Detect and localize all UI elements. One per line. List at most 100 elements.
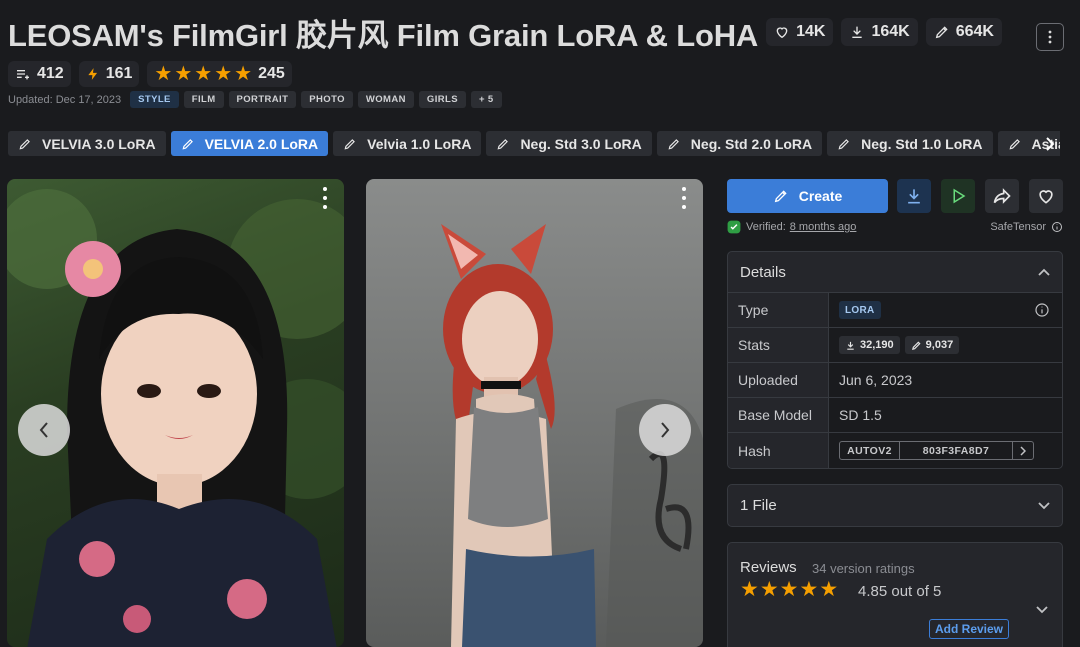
brush-icon bbox=[838, 138, 850, 149]
detail-label: Base Model bbox=[728, 398, 829, 432]
chevron-down-icon[interactable] bbox=[1036, 606, 1048, 614]
collections-count: 412 bbox=[37, 65, 64, 82]
star-icon: ★ bbox=[214, 63, 233, 85]
version-tab-velvia-3[interactable]: VELVIA 3.0 LoRA bbox=[8, 131, 166, 156]
star-icon: ★ bbox=[174, 63, 193, 85]
star-icon: ★ bbox=[194, 63, 213, 85]
stat-generations-count: 9,037 bbox=[925, 339, 954, 351]
detail-row-type: Type LORA bbox=[728, 293, 1062, 328]
tag-woman[interactable]: WOMAN bbox=[357, 91, 414, 108]
star-icon: ★ bbox=[154, 63, 173, 85]
tag-photo[interactable]: PHOTO bbox=[301, 91, 353, 108]
generations-count: 664K bbox=[955, 23, 994, 40]
tag-girls[interactable]: GIRLS bbox=[418, 91, 466, 108]
brush-icon bbox=[344, 138, 356, 149]
brush-icon bbox=[19, 138, 30, 149]
downloads-chip[interactable]: 164K bbox=[841, 18, 918, 46]
header: LEOSAM's FilmGirl 胶片风 Film Grain LoRA & … bbox=[8, 12, 1072, 53]
stat-downloads-count: 32,190 bbox=[860, 339, 894, 351]
hash-selector[interactable]: AUTOV2 803F3FA8D7 bbox=[839, 441, 1034, 460]
version-label: Neg. Std 1.0 LoRA bbox=[861, 135, 983, 152]
detail-row-base-model: Base Model SD 1.5 bbox=[728, 398, 1062, 433]
star-icon: ★ bbox=[799, 578, 819, 601]
star-icon: ★ bbox=[234, 63, 253, 85]
tag-style[interactable]: STYLE bbox=[130, 91, 179, 108]
vertical-dots-icon bbox=[1048, 30, 1052, 44]
star-icon: ★ bbox=[819, 578, 839, 601]
card-menu-icon[interactable] bbox=[679, 187, 689, 209]
gallery-image-1[interactable] bbox=[7, 179, 344, 647]
heart-icon bbox=[1039, 190, 1053, 204]
versions-next-button[interactable] bbox=[1040, 131, 1060, 156]
chevron-right-icon bbox=[1046, 136, 1055, 151]
buzz-chip[interactable]: 161 bbox=[78, 61, 140, 87]
rating-chip[interactable]: ★ ★ ★ ★ ★ 245 bbox=[147, 61, 292, 87]
reviews-panel: Reviews 34 version ratings ★ ★ ★ ★ ★ 4.85 ou… bbox=[727, 542, 1063, 647]
version-tab-neg-std-2[interactable]: Neg. Std 2.0 LoRA bbox=[656, 131, 823, 156]
tags-row: Updated: Dec 17, 2023 STYLE FILM PORTRAI… bbox=[8, 91, 502, 108]
share-icon bbox=[993, 188, 1011, 204]
tag-portrait[interactable]: PORTRAIT bbox=[228, 91, 297, 108]
chevron-up-icon bbox=[1038, 268, 1050, 276]
details-header[interactable]: Details bbox=[728, 252, 1062, 293]
add-review-button[interactable]: Add Review bbox=[929, 619, 1010, 639]
carousel-next-button[interactable] bbox=[639, 404, 691, 456]
card-menu-icon[interactable] bbox=[320, 187, 330, 209]
hash-value[interactable]: 803F3FA8D7 bbox=[900, 442, 1013, 459]
brush-icon bbox=[911, 340, 921, 350]
reviews-stars: ★ ★ ★ ★ ★ bbox=[740, 578, 839, 601]
create-label: Create bbox=[798, 188, 843, 204]
stat-generations: 9,037 bbox=[904, 336, 960, 354]
download-button[interactable] bbox=[897, 179, 931, 213]
detail-value: SD 1.5 bbox=[829, 398, 1062, 432]
more-options-button[interactable] bbox=[1036, 23, 1064, 51]
download-icon bbox=[852, 26, 863, 38]
meta-row: 412 161 ★ ★ ★ ★ ★ 245 bbox=[8, 61, 292, 87]
version-tab-velvia-1[interactable]: Velvia 1.0 LoRA bbox=[333, 131, 482, 156]
buzz-count: 161 bbox=[105, 65, 133, 82]
verified-date-link[interactable]: 8 months ago bbox=[790, 221, 857, 233]
downloads-count: 164K bbox=[871, 23, 910, 40]
run-button[interactable] bbox=[941, 179, 975, 213]
details-heading: Details bbox=[740, 263, 786, 281]
download-icon bbox=[908, 189, 920, 204]
version-tab-neg-std-3[interactable]: Neg. Std 3.0 LoRA bbox=[486, 131, 652, 156]
star-icon: ★ bbox=[740, 578, 759, 601]
playlist-add-icon bbox=[17, 70, 29, 80]
brush-icon bbox=[182, 138, 193, 149]
create-button[interactable]: Create bbox=[727, 179, 888, 213]
gallery-image-2[interactable] bbox=[366, 179, 703, 647]
tag-film[interactable]: FILM bbox=[183, 91, 224, 108]
version-label: VELVIA 2.0 LoRA bbox=[204, 135, 319, 152]
detail-row-hash: Hash AUTOV2 803F3FA8D7 bbox=[728, 433, 1062, 468]
detail-value: Jun 6, 2023 bbox=[829, 363, 1062, 397]
files-panel[interactable]: 1 File bbox=[727, 484, 1063, 527]
detail-value: 32,190 9,037 bbox=[829, 328, 1062, 362]
version-tab-velvia-2[interactable]: VELVIA 2.0 LoRA bbox=[170, 131, 329, 156]
collections-chip[interactable]: 412 bbox=[8, 61, 71, 87]
likes-chip[interactable]: 14K bbox=[766, 18, 834, 46]
share-button[interactable] bbox=[985, 179, 1019, 213]
favorite-button[interactable] bbox=[1029, 179, 1063, 213]
brush-icon bbox=[497, 138, 509, 149]
brush-icon bbox=[774, 190, 787, 203]
hash-next-button[interactable] bbox=[1013, 442, 1033, 459]
rating-stars: ★ ★ ★ ★ ★ bbox=[154, 64, 252, 84]
info-icon[interactable] bbox=[1034, 302, 1050, 318]
reviews-score: 4.85 out of 5 bbox=[858, 583, 942, 600]
shield-check-icon bbox=[727, 220, 741, 234]
tag-more[interactable]: + 5 bbox=[470, 91, 502, 108]
brush-icon bbox=[935, 26, 948, 39]
generations-chip[interactable]: 664K bbox=[925, 18, 1002, 46]
download-icon bbox=[847, 341, 854, 350]
stat-downloads: 32,190 bbox=[839, 336, 900, 354]
carousel-prev-button[interactable] bbox=[18, 404, 70, 456]
detail-value: LORA bbox=[829, 293, 1062, 327]
chevron-right-icon bbox=[1020, 445, 1026, 456]
detail-row-stats: Stats 32,190 9,037 bbox=[728, 328, 1062, 363]
version-tab-neg-std-1[interactable]: Neg. Std 1.0 LoRA bbox=[827, 131, 993, 156]
verification-row: Verified: 8 months ago SafeTensor bbox=[727, 219, 1063, 235]
info-icon[interactable] bbox=[1051, 221, 1063, 233]
version-label: Neg. Std 2.0 LoRA bbox=[690, 135, 813, 152]
star-icon: ★ bbox=[779, 578, 799, 601]
